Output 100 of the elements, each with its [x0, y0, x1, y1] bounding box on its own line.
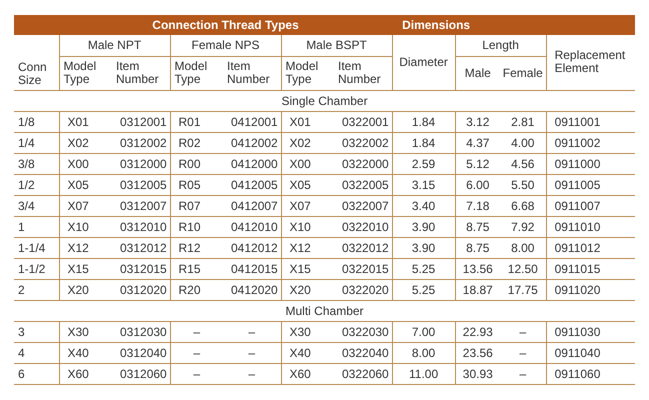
table-cell: 0911001 — [546, 111, 636, 132]
table-cell: X60 — [281, 363, 334, 384]
table-cell: 0322040 — [334, 342, 392, 363]
table-cell: 12.50 — [500, 258, 546, 279]
table-cell: X07 — [59, 195, 112, 216]
header-cell: Female — [500, 56, 546, 90]
table-cell: 0412002 — [223, 132, 281, 153]
table-cell: – — [170, 342, 223, 363]
table-cell: 8.75 — [455, 216, 500, 237]
table-cell: 0911010 — [546, 216, 636, 237]
table-cell: R05 — [170, 174, 223, 195]
table-cell: 2 — [14, 279, 59, 300]
table-cell: 0322015 — [334, 258, 392, 279]
table-cell: 0322005 — [334, 174, 392, 195]
header-cell: Replacement Element — [546, 35, 636, 90]
table-cell: 0911040 — [546, 342, 636, 363]
table-cell: X00 — [281, 153, 334, 174]
table-cell: 0412015 — [223, 258, 281, 279]
header-cell: Male BSPT — [281, 35, 392, 56]
header-cell: Length — [455, 35, 546, 56]
table-cell: 3/8 — [14, 153, 59, 174]
header-cell: Item Number — [112, 56, 170, 90]
table-cell: 1 — [14, 216, 59, 237]
header-cell: Dimensions — [392, 15, 636, 35]
table-cell: 22.93 — [455, 321, 500, 342]
table-cell: 0412000 — [223, 153, 281, 174]
table-cell: 5.25 — [392, 258, 456, 279]
header-cell: Model Type — [59, 56, 112, 90]
table-cell: – — [223, 363, 281, 384]
header-cell: Female NPS — [170, 35, 281, 56]
table-cell: X20 — [59, 279, 112, 300]
table-cell: – — [500, 321, 546, 342]
table-cell: R01 — [170, 111, 223, 132]
table-cell: – — [223, 342, 281, 363]
table-cell: X10 — [281, 216, 334, 237]
table-cell: 0911060 — [546, 363, 636, 384]
table-cell: 5.50 — [500, 174, 546, 195]
table-cell: 23.56 — [455, 342, 500, 363]
table-cell: 7.18 — [455, 195, 500, 216]
table-cell: – — [500, 342, 546, 363]
table-cell: 0322020 — [334, 279, 392, 300]
table-cell: 4.00 — [500, 132, 546, 153]
table-cell: 0312007 — [112, 195, 170, 216]
table-cell: – — [500, 363, 546, 384]
table-cell: R10 — [170, 216, 223, 237]
header-cell: Conn Size — [14, 35, 59, 90]
table-cell: 5.12 — [455, 153, 500, 174]
table-cell: 0322060 — [334, 363, 392, 384]
table-cell: 6.00 — [455, 174, 500, 195]
header-cell: Item Number — [334, 56, 392, 90]
table-cell: 8.00 — [500, 237, 546, 258]
table-cell: X05 — [281, 174, 334, 195]
table-cell: R07 — [170, 195, 223, 216]
table-cell: 4.56 — [500, 153, 546, 174]
table-cell: 0911000 — [546, 153, 636, 174]
table-cell: 3.12 — [455, 111, 500, 132]
table-cell: 0412007 — [223, 195, 281, 216]
table-cell: R12 — [170, 237, 223, 258]
table-cell: 0412020 — [223, 279, 281, 300]
table-cell: 0911007 — [546, 195, 636, 216]
table-cell: 0911030 — [546, 321, 636, 342]
table-cell: 1/2 — [14, 174, 59, 195]
table-cell: 0322030 — [334, 321, 392, 342]
table-cell: 0911020 — [546, 279, 636, 300]
table-cell: 2.59 — [392, 153, 456, 174]
table-cell: 0412001 — [223, 111, 281, 132]
table-cell: R15 — [170, 258, 223, 279]
table-cell: – — [170, 363, 223, 384]
table-cell: X20 — [281, 279, 334, 300]
table-cell: 1-1/2 — [14, 258, 59, 279]
table-cell: X30 — [281, 321, 334, 342]
table-cell: 1.84 — [392, 111, 456, 132]
table-cell: X30 — [59, 321, 112, 342]
table-cell: 3.40 — [392, 195, 456, 216]
table-cell: 0911005 — [546, 174, 636, 195]
table-cell: 30.93 — [455, 363, 500, 384]
table-cell: 3.15 — [392, 174, 456, 195]
table-cell: 0322012 — [334, 237, 392, 258]
table-cell: 18.87 — [455, 279, 500, 300]
table-cell: 0322010 — [334, 216, 392, 237]
table-cell: X01 — [59, 111, 112, 132]
header-cell: Connection Thread Types — [14, 15, 392, 35]
header-cell: Male NPT — [59, 35, 170, 56]
table-cell: X15 — [59, 258, 112, 279]
table-cell: 3.90 — [392, 237, 456, 258]
table-cell: 0312040 — [112, 342, 170, 363]
table-cell: R02 — [170, 132, 223, 153]
table-cell: 1.84 — [392, 132, 456, 153]
table-cell: X00 — [59, 153, 112, 174]
table-cell: 1/4 — [14, 132, 59, 153]
table-cell: 4.37 — [455, 132, 500, 153]
table-cell: R00 — [170, 153, 223, 174]
table-cell: 3.90 — [392, 216, 456, 237]
table-cell: 5.25 — [392, 279, 456, 300]
table-cell: 0312060 — [112, 363, 170, 384]
table-cell: 2.81 — [500, 111, 546, 132]
table-cell: 8.00 — [392, 342, 456, 363]
table-cell: X02 — [281, 132, 334, 153]
table-cell: 6.68 — [500, 195, 546, 216]
table-cell: 0312002 — [112, 132, 170, 153]
